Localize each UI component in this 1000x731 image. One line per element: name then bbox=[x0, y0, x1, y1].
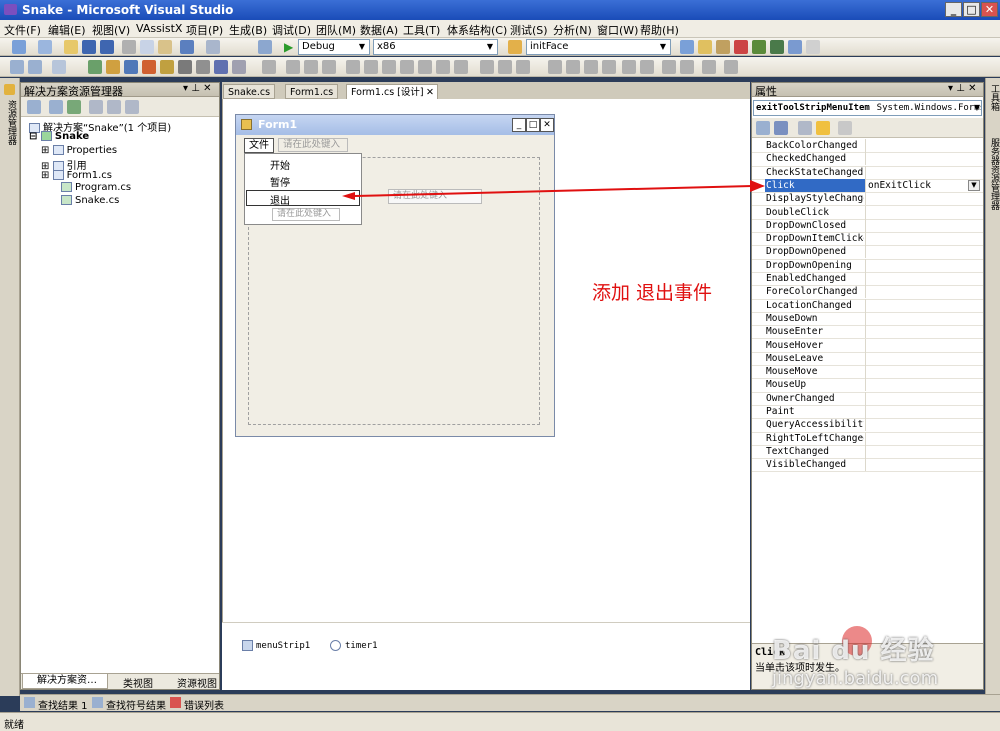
error-list-icon bbox=[170, 697, 181, 708]
watermark-url: jingyan.baidu.com bbox=[772, 668, 939, 689]
watermark-brand: Bai du 经验 bbox=[772, 636, 935, 666]
tab-error-list[interactable]: 错误列表 bbox=[184, 697, 224, 712]
tab-find-results[interactable]: 查找结果 1 bbox=[38, 697, 88, 712]
status-text: 就绪 bbox=[4, 720, 24, 731]
tab-find-symbol[interactable]: 查找符号结果 bbox=[106, 697, 166, 712]
status-bar: 就绪 bbox=[0, 712, 1000, 731]
find-results-icon bbox=[24, 697, 35, 708]
baidu-watermark: Bai du 经验 jingyan.baidu.com bbox=[772, 620, 982, 710]
find-symbol-icon bbox=[92, 697, 103, 708]
